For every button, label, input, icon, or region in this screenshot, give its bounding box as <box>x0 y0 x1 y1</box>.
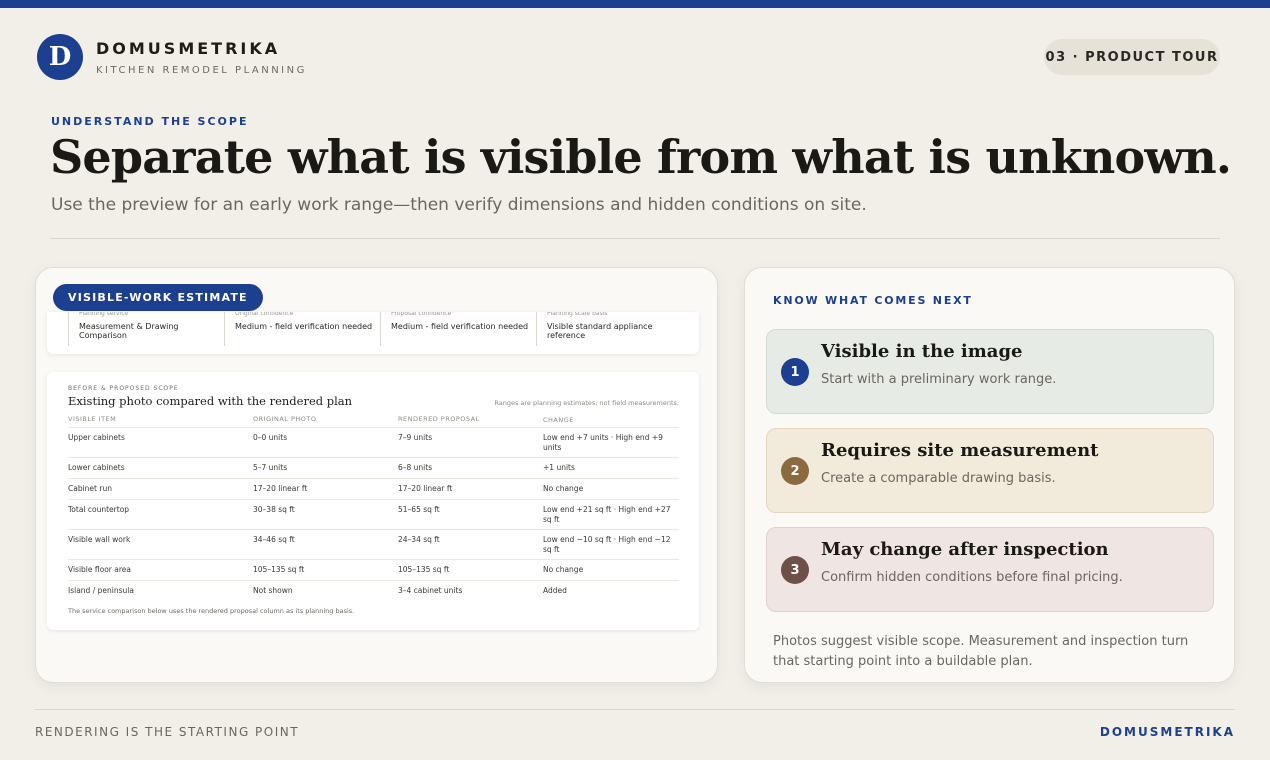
table-header: VISIBLE ITEM ORIGINAL PHOTO RENDERED PRO… <box>68 415 679 427</box>
column-header: ORIGINAL PHOTO <box>253 415 317 423</box>
scope-table: VISIBLE ITEM ORIGINAL PHOTO RENDERED PRO… <box>68 415 679 601</box>
column-header: VISIBLE ITEM <box>68 415 117 423</box>
cell-original: 105–135 sq ft <box>253 565 305 574</box>
step-title: May change after inspection <box>821 539 1109 560</box>
step-after-inspection: 3 May change after inspection Confirm hi… <box>766 527 1214 612</box>
page-subtitle: Use the preview for an early work range—… <box>51 195 867 215</box>
cell-change: +1 units <box>543 463 575 472</box>
cell-original: 34–46 sq ft <box>253 535 295 544</box>
brand-name: DOMUSMETRIKA <box>96 38 281 58</box>
product-tour-badge: 03 · PRODUCT TOUR <box>1044 39 1220 75</box>
cell-proposal: 51–65 sq ft <box>398 505 440 514</box>
cell-item: Upper cabinets <box>68 433 125 442</box>
doc-note: Ranges are planning estimates, not field… <box>494 399 679 407</box>
step-number-badge: 3 <box>781 556 809 584</box>
footer-brand: DOMUSMETRIKA <box>1099 725 1235 739</box>
cell-change: Low end +7 units · High end +9 units <box>543 433 663 452</box>
cell-proposal: 7–9 units <box>398 433 433 442</box>
cell-item: Visible wall work <box>68 535 131 544</box>
cell-change: Low end −10 sq ft · High end −12 sq ft <box>543 535 671 554</box>
brand-logo: D <box>37 34 83 80</box>
summary-value: Visible standard appliance reference <box>547 322 653 340</box>
summary-key: Proposal confidence <box>391 312 452 317</box>
step-description: Start with a preliminary work range. <box>821 372 1057 387</box>
doc-footnote: The service comparison below uses the re… <box>68 607 355 615</box>
next-steps-eyebrow: KNOW WHAT COMES NEXT <box>773 294 973 307</box>
cell-proposal: 6–8 units <box>398 463 433 472</box>
summary-cell: Planning scale basis Visible standard ap… <box>536 312 686 346</box>
footer-caption: RENDERING IS THE STARTING POINT <box>35 725 300 739</box>
column-header: RENDERED PROPOSAL <box>398 415 480 423</box>
cell-proposal: 105–135 sq ft <box>398 565 450 574</box>
step-description: Confirm hidden conditions before final p… <box>821 570 1123 585</box>
cell-original: 0–0 units <box>253 433 288 442</box>
summary-key: Original confidence <box>235 312 294 317</box>
summary-cell: Proposal confidence Medium - field verif… <box>380 312 530 346</box>
step-number-badge: 2 <box>781 457 809 485</box>
brand-text: DOMUSMETRIKA KITCHEN REMODEL PLANNING <box>96 39 307 76</box>
step-title: Requires site measurement <box>821 440 1099 461</box>
cell-proposal: 24–34 sq ft <box>398 535 440 544</box>
cell-change: Added <box>543 586 567 595</box>
summary-cell: Original confidence Medium - field verif… <box>224 312 374 346</box>
cell-item: Total countertop <box>68 505 130 514</box>
cell-item: Visible floor area <box>68 565 131 574</box>
estimate-summary-strip: Planning service Measurement & Drawing C… <box>47 312 699 354</box>
summary-value: Medium - field verification needed <box>391 322 529 331</box>
doc-title: Existing photo compared with the rendere… <box>68 394 353 408</box>
summary-value: Measurement & Drawing Comparison <box>79 322 179 340</box>
footer-divider <box>35 709 1235 710</box>
scope-comparison-document: BEFORE & PROPOSED SCOPE Existing photo c… <box>47 372 699 630</box>
page-title: Separate what is visible from what is un… <box>50 130 1232 184</box>
doc-eyebrow: BEFORE & PROPOSED SCOPE <box>68 385 179 392</box>
next-steps-footer: Photos suggest visible scope. Measuremen… <box>773 634 1189 669</box>
cell-change: No change <box>543 484 584 493</box>
summary-cell: Planning service Measurement & Drawing C… <box>68 312 218 346</box>
next-steps-card: KNOW WHAT COMES NEXT 1 Visible in the im… <box>744 267 1235 683</box>
estimate-card: VISIBLE-WORK ESTIMATE Planning service M… <box>35 267 718 683</box>
summary-value: Medium - field verification needed <box>235 322 373 331</box>
cell-original: 17–20 linear ft <box>253 484 308 493</box>
cell-item: Island / peninsula <box>68 586 134 595</box>
cell-item: Lower cabinets <box>68 463 125 472</box>
table-row: Lower cabinets 5–7 units 6–8 units +1 un… <box>68 457 679 478</box>
table-row: Island / peninsula Not shown 3–4 cabinet… <box>68 580 679 601</box>
step-site-measurement: 2 Requires site measurement Create a com… <box>766 428 1214 513</box>
step-visible-in-image: 1 Visible in the image Start with a prel… <box>766 329 1214 414</box>
table-row: Visible floor area 105–135 sq ft 105–135… <box>68 559 679 580</box>
cell-change: Low end +21 sq ft · High end +27 sq ft <box>543 505 671 524</box>
cell-item: Cabinet run <box>68 484 112 493</box>
cell-original: Not shown <box>253 586 293 595</box>
hero-eyebrow: UNDERSTAND THE SCOPE <box>51 115 249 128</box>
cell-proposal: 17–20 linear ft <box>398 484 453 493</box>
cell-proposal: 3–4 cabinet units <box>398 586 463 595</box>
column-header: CHANGE <box>543 416 574 424</box>
brand-tagline: KITCHEN REMODEL PLANNING <box>96 64 307 76</box>
top-accent-bar <box>0 0 1270 8</box>
step-number-badge: 1 <box>781 358 809 386</box>
estimate-badge: VISIBLE-WORK ESTIMATE <box>53 284 263 311</box>
cell-change: No change <box>543 565 584 574</box>
table-row: Cabinet run 17–20 linear ft 17–20 linear… <box>68 478 679 499</box>
cell-original: 5–7 units <box>253 463 288 472</box>
summary-key: Planning scale basis <box>547 312 608 317</box>
table-row: Total countertop 30–38 sq ft 51–65 sq ft… <box>68 499 679 529</box>
summary-key: Planning service <box>79 312 129 317</box>
table-row: Upper cabinets 0–0 units 7–9 units Low e… <box>68 427 679 457</box>
header-divider <box>50 238 1220 239</box>
table-row: Visible wall work 34–46 sq ft 24–34 sq f… <box>68 529 679 559</box>
step-title: Visible in the image <box>821 341 1023 362</box>
cell-original: 30–38 sq ft <box>253 505 295 514</box>
step-description: Create a comparable drawing basis. <box>821 471 1056 486</box>
brand-header: D DOMUSMETRIKA KITCHEN REMODEL PLANNING <box>37 34 307 80</box>
